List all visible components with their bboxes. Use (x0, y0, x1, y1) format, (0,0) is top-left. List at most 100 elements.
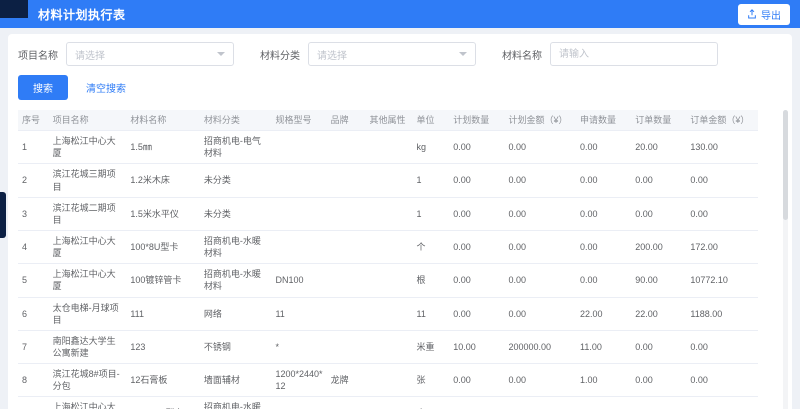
chevron-down-icon (217, 52, 225, 56)
table-cell: 11 (271, 297, 326, 330)
table-cell: 0.00 (449, 364, 504, 397)
table-cell: 0.00 (504, 164, 576, 197)
table-cell: 0.00 (686, 364, 758, 397)
table-cell: 龙牌 (327, 364, 366, 397)
chevron-down-icon (459, 52, 467, 56)
table-row: 9上海松江中心大厦150*10U型卡招商机电-水暖材料个0.000.000.00… (18, 397, 758, 409)
table-cell: 5 (18, 264, 49, 297)
table-cell: 个 (412, 230, 449, 263)
table-cell: 1.5㎜ (126, 131, 200, 164)
table-cell: 0.00 (576, 164, 631, 197)
table-cell: 墙面辅材 (200, 364, 272, 397)
table-cell (327, 397, 366, 409)
table-cell: 0.00 (449, 131, 504, 164)
table-cell: 滨江花城二期项目 (49, 197, 127, 230)
main-card: 项目名称 请选择 材料分类 请选择 材料名称 搜索 清空搜索 序号项目名称材料名… (8, 34, 792, 409)
table-cell: 0.00 (576, 264, 631, 297)
table-cell: 0.00 (576, 197, 631, 230)
table-cell: * (271, 330, 326, 363)
table-cell: 4 (18, 230, 49, 263)
table-cell: 0.00 (449, 297, 504, 330)
table-cell: 根 (412, 264, 449, 297)
table-cell: 11.00 (576, 330, 631, 363)
filter-project-name: 项目名称 请选择 (18, 42, 234, 66)
vertical-scrollbar[interactable] (783, 110, 788, 409)
table-cell: 滨江花城8#项目-分包 (49, 364, 127, 397)
table-cell: 招商机电-电气材料 (200, 131, 272, 164)
materials-table: 序号项目名称材料名称材料分类规格型号品牌其他属性单位计划数量计划金额（¥）申请数… (18, 110, 782, 409)
column-header: 计划金额（¥） (504, 110, 576, 131)
table-cell (365, 264, 412, 297)
table-cell: 招商机电-水暖材料 (200, 230, 272, 263)
table-cell: 100*8U型卡 (126, 230, 200, 263)
table-cell (327, 330, 366, 363)
search-button[interactable]: 搜索 (18, 75, 68, 100)
project-name-placeholder: 请选择 (75, 47, 105, 62)
material-name-label: 材料名称 (502, 47, 542, 62)
table-row: 7南阳鑫达大学生公寓新建123不锈钢*米重10.00200000.0011.00… (18, 330, 758, 363)
filter-material-category: 材料分类 请选择 (260, 42, 476, 66)
clear-search-link[interactable]: 清空搜索 (86, 80, 126, 95)
table-cell: 滨江花城三期项目 (49, 164, 127, 197)
column-header: 计划数量 (449, 110, 504, 131)
table-cell: 200.00 (631, 230, 686, 263)
table-cell: 22.00 (576, 297, 631, 330)
material-name-input[interactable] (550, 42, 718, 66)
table-cell: 172.00 (686, 230, 758, 263)
table-cell: 上海松江中心大厦 (49, 230, 127, 263)
table-header-row: 序号项目名称材料名称材料分类规格型号品牌其他属性单位计划数量计划金额（¥）申请数… (18, 110, 758, 131)
project-name-select[interactable]: 请选择 (66, 42, 234, 66)
table-cell: 123 (126, 330, 200, 363)
table-cell: 80.00 (631, 397, 686, 409)
table-cell: 米重 (412, 330, 449, 363)
material-category-select[interactable]: 请选择 (308, 42, 476, 66)
table-cell: 1 (412, 197, 449, 230)
filter-actions: 搜索 清空搜索 (18, 75, 782, 100)
table-cell (365, 197, 412, 230)
table-cell (365, 230, 412, 263)
table-cell (365, 164, 412, 197)
table-cell (271, 397, 326, 409)
filter-material-name: 材料名称 (502, 42, 718, 66)
table-cell: 未分类 (200, 164, 272, 197)
table-cell: 10772.10 (686, 264, 758, 297)
table-cell: 0.00 (449, 230, 504, 263)
table-cell (327, 164, 366, 197)
table-cell: 0.00 (631, 330, 686, 363)
table-cell (271, 164, 326, 197)
table-cell: 不锈钢 (200, 330, 272, 363)
table-cell: 1188.00 (686, 297, 758, 330)
column-header: 序号 (18, 110, 49, 131)
table-cell: 130.00 (686, 131, 758, 164)
table-row: 5上海松江中心大厦100镀锌管卡招商机电-水暖材料DN100根0.000.000… (18, 264, 758, 297)
table-row: 4上海松江中心大厦100*8U型卡招商机电-水暖材料个0.000.000.002… (18, 230, 758, 263)
table-cell: 1 (412, 164, 449, 197)
table-cell: 0.00 (504, 131, 576, 164)
table-cell: kg (412, 131, 449, 164)
table-row: 3滨江花城二期项目1.5米水平仪未分类10.000.000.000.000.00 (18, 197, 758, 230)
table-cell: 0.00 (576, 131, 631, 164)
table-cell: 156.80 (686, 397, 758, 409)
column-header: 规格型号 (271, 110, 326, 131)
table-cell: 张 (412, 364, 449, 397)
table-cell: 0.00 (449, 164, 504, 197)
table-cell: DN100 (271, 264, 326, 297)
table-cell: 0.00 (504, 230, 576, 263)
table-cell: 10.00 (449, 330, 504, 363)
app-header: 材料计划执行表 导出 (0, 0, 800, 28)
sidebar-collapse-handle[interactable] (0, 192, 6, 238)
table-cell: 12石膏板 (126, 364, 200, 397)
table-cell: 1 (18, 131, 49, 164)
table-cell: 上海松江中心大厦 (49, 397, 127, 409)
table-cell: 6 (18, 297, 49, 330)
table-cell: 1200*2440*12 (271, 364, 326, 397)
export-button[interactable]: 导出 (738, 4, 790, 25)
column-header: 订单数量 (631, 110, 686, 131)
material-category-label: 材料分类 (260, 47, 300, 62)
table-cell: 0.00 (504, 397, 576, 409)
table-cell: 南阳鑫达大学生公寓新建 (49, 330, 127, 363)
table-cell: 0.00 (631, 164, 686, 197)
column-header: 单位 (412, 110, 449, 131)
table-cell: 0.00 (449, 197, 504, 230)
table-cell (327, 131, 366, 164)
